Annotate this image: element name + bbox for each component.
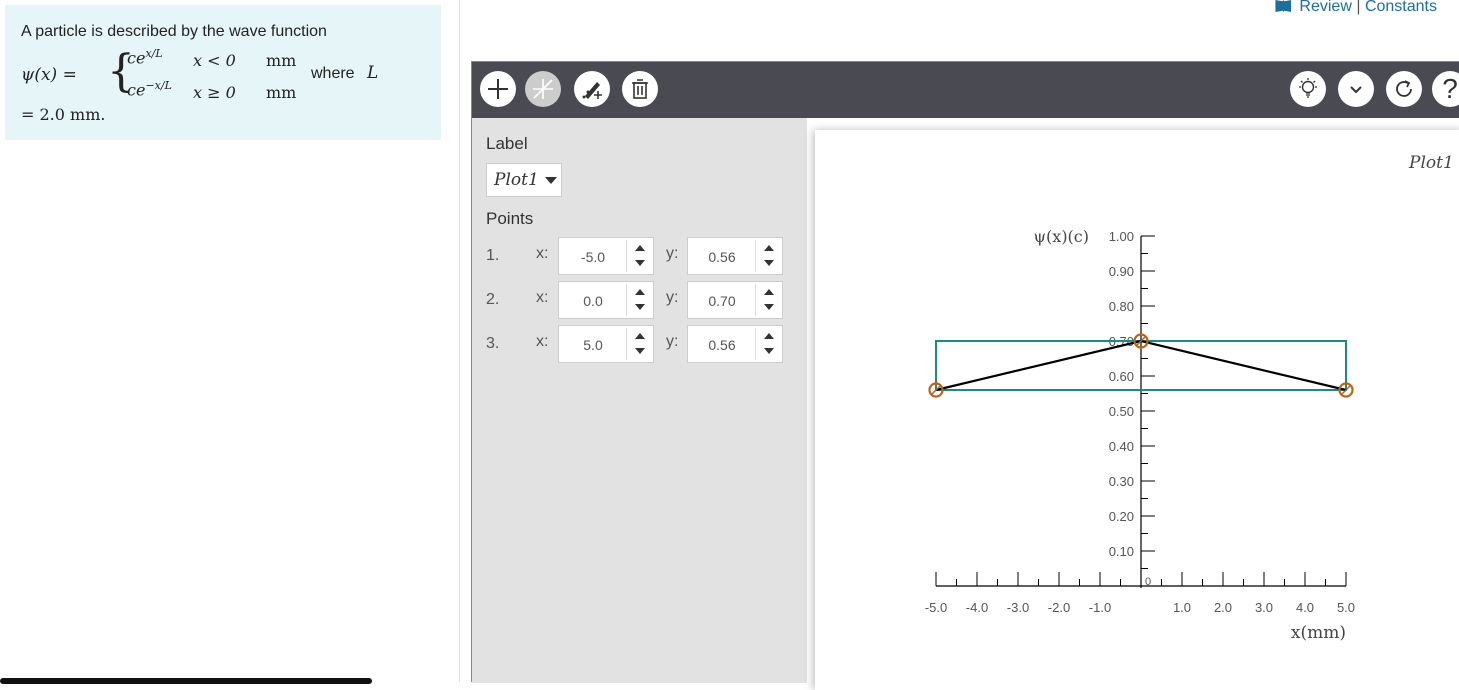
x-tick-label: 1.0: [1173, 600, 1191, 615]
graph-area[interactable]: Plot1 0.10 0.20 0.30 0.40 0.50 0.60 0.70 0.80 0.9…: [815, 130, 1459, 690]
review-constants-links: Review | Constants: [1275, 0, 1437, 16]
x-label: x:: [536, 333, 549, 350]
x-tick-label: -1.0: [1089, 600, 1111, 615]
y-tick-label: 0.60: [1109, 369, 1134, 384]
y-value[interactable]: 0.56: [688, 249, 756, 265]
plot-series-label: Plot1: [1408, 153, 1454, 173]
plus-icon[interactable]: [480, 71, 516, 107]
point-row: 3. x: 5.0 y: 0.56: [486, 325, 786, 363]
y-stepper[interactable]: 0.56: [687, 237, 783, 275]
y-value[interactable]: 0.56: [688, 337, 756, 353]
y-tick-label: 0.40: [1109, 439, 1134, 454]
L-value: = 2.0 mm.: [21, 105, 106, 124]
y-tick-label: 0.30: [1109, 474, 1134, 489]
x-tick-label: -2.0: [1048, 600, 1070, 615]
decrement-icon[interactable]: [764, 260, 774, 266]
x-tick-label: 3.0: [1255, 600, 1273, 615]
plot-selector[interactable]: Plot1: [486, 163, 562, 197]
x-stepper[interactable]: 5.0: [558, 325, 654, 363]
x-tick-label: -5.0: [925, 600, 947, 615]
row2-expression: ce−x/L: [127, 79, 172, 100]
help-glyph: ?: [1442, 73, 1458, 104]
y-label: y:: [666, 289, 679, 306]
graphing-tool: ? Label Plot1 Points 1. x: -5.0 y: 0.56: [471, 61, 1459, 690]
points-heading: Points: [486, 209, 534, 228]
y-stepper[interactable]: 0.70: [687, 281, 783, 319]
wave-function: ψ(x) = { cex/L x < 0 mm ce−x/L x ≥ 0 mm …: [21, 45, 425, 107]
point-row: 2. x: 0.0 y: 0.70: [486, 281, 786, 319]
constants-link[interactable]: Constants: [1365, 0, 1437, 15]
row2-unit: mm: [266, 83, 297, 102]
decrement-icon[interactable]: [764, 304, 774, 310]
link-separator: |: [1356, 0, 1361, 15]
y-label: y:: [666, 245, 679, 262]
L-symbol: L: [367, 63, 379, 83]
increment-icon[interactable]: [635, 245, 645, 251]
x-axis-label: x(mm): [1291, 623, 1346, 643]
x-stepper[interactable]: 0.0: [558, 281, 654, 319]
decrement-icon[interactable]: [635, 348, 645, 354]
y-axis-label: ψ(x)(c): [1034, 227, 1090, 246]
label-heading: Label: [486, 134, 528, 153]
point-number: 3.: [486, 335, 500, 352]
bottom-scrollbar[interactable]: [0, 678, 372, 684]
point-number: 2.: [486, 291, 500, 308]
x-value[interactable]: 5.0: [559, 337, 627, 353]
chevron-down-icon[interactable]: [1338, 71, 1374, 107]
where-text: where: [311, 65, 355, 82]
row1-unit: mm: [266, 51, 297, 70]
x-value[interactable]: -5.0: [559, 249, 627, 265]
y-tick-label: 0.80: [1109, 299, 1134, 314]
x-tick-label: -4.0: [966, 600, 988, 615]
toolbar: ?: [472, 62, 1459, 118]
trash-icon[interactable]: [622, 71, 658, 107]
x-label: x:: [536, 245, 549, 262]
plot-selector-value: Plot1: [494, 170, 539, 190]
y-tick-label: 0.90: [1109, 264, 1134, 279]
book-icon: [1275, 0, 1292, 12]
x-label: x:: [536, 289, 549, 306]
lightbulb-icon[interactable]: [1290, 71, 1326, 107]
increment-icon[interactable]: [764, 333, 774, 339]
y-value[interactable]: 0.70: [688, 293, 756, 309]
x-tick-label: 2.0: [1214, 600, 1232, 615]
line-icon[interactable]: [525, 71, 561, 107]
row1-expression: cex/L: [127, 47, 163, 68]
side-panel: Label Plot1 Points 1. x: -5.0 y: 0.56 2.…: [472, 118, 807, 683]
decrement-icon[interactable]: [635, 260, 645, 266]
x-value[interactable]: 0.0: [559, 293, 627, 309]
origin-label: 0: [1145, 576, 1151, 588]
help-icon[interactable]: ?: [1432, 71, 1459, 107]
x-tick-label: 4.0: [1296, 600, 1314, 615]
x-tick-label: 5.0: [1337, 600, 1355, 615]
y-tick-label: 1.00: [1109, 229, 1134, 244]
point-row: 1. x: -5.0 y: 0.56: [486, 237, 786, 275]
point-number: 1.: [486, 247, 500, 264]
add-point-icon[interactable]: [574, 71, 610, 107]
x-stepper[interactable]: -5.0: [558, 237, 654, 275]
decrement-icon[interactable]: [635, 304, 645, 310]
y-tick-label: 0.20: [1109, 509, 1134, 524]
y-label: y:: [666, 333, 679, 350]
plot-canvas[interactable]: Plot10.100.200.300.400.500.600.700.800.9…: [815, 130, 1459, 690]
increment-icon[interactable]: [635, 289, 645, 295]
y-stepper[interactable]: 0.56: [687, 325, 783, 363]
decrement-icon[interactable]: [764, 348, 774, 354]
x-tick-label: -3.0: [1007, 600, 1029, 615]
caret-down-icon: [544, 176, 557, 184]
row1-condition: x < 0: [193, 51, 236, 70]
reset-icon[interactable]: [1386, 71, 1422, 107]
psi-label: ψ(x) =: [21, 65, 77, 85]
column-divider: [459, 0, 460, 682]
problem-statement: A particle is described by the wave func…: [5, 5, 441, 140]
y-tick-label: 0.50: [1109, 404, 1134, 419]
review-link[interactable]: Review: [1299, 0, 1351, 15]
increment-icon[interactable]: [764, 289, 774, 295]
increment-icon[interactable]: [635, 333, 645, 339]
y-tick-label: 0.10: [1109, 544, 1134, 559]
row2-condition: x ≥ 0: [193, 83, 236, 102]
problem-intro: A particle is described by the wave func…: [21, 23, 327, 40]
increment-icon[interactable]: [764, 245, 774, 251]
